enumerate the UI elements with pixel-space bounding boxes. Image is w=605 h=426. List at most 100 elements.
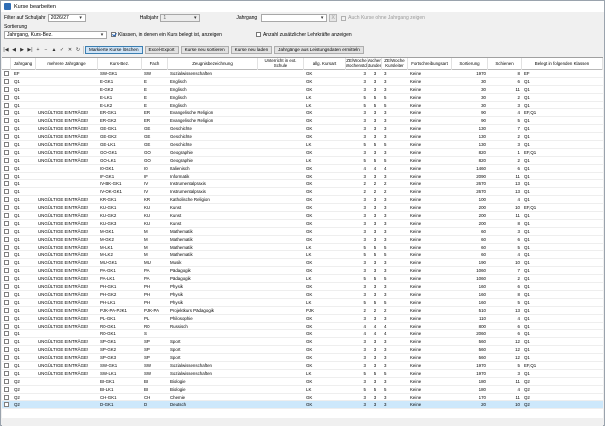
table-row[interactable]: Q1 UNGÜLTIGE EINTRÄGE! PH-GK2 PH Physik GK 3 3 3… (2, 291, 603, 299)
cell-belegt-klassen[interactable]: Q1 (523, 102, 602, 109)
first-record-icon[interactable]: |◀ (2, 46, 10, 54)
cell-schienen[interactable]: 5 (489, 299, 521, 306)
cell-mehrere-jahrgaenge[interactable]: UNGÜLTIGE EINTRÄGE! (37, 291, 98, 298)
cell-wochenstunden[interactable]: 3 (369, 354, 381, 361)
cell-ze-woche[interactable]: 3 (347, 212, 367, 219)
cell-kurs-bez[interactable]: PJK-PA-PJK1 (99, 307, 141, 314)
table-row[interactable]: Q1 UNGÜLTIGE EINTRÄGE! SP-GK1 SP Sport GK 3 3 3 K… (2, 338, 603, 347)
cell-jahrgang[interactable]: Q1 (13, 173, 35, 180)
cell-schienen[interactable]: 4 (489, 109, 521, 116)
cell-kurs-bez[interactable]: D-GK1 (99, 401, 141, 408)
header-zeugnisbezeichnung[interactable]: Zeugnisbezeichnung (168, 58, 258, 70)
cell-sortierung[interactable]: 2060 (453, 330, 487, 337)
cell-ext-schule[interactable] (259, 378, 303, 385)
cell-kursart[interactable]: LK (305, 251, 345, 258)
row-checkbox[interactable] (4, 299, 9, 305)
row-checkbox[interactable] (4, 362, 9, 368)
cell-ze-woche[interactable]: 3 (347, 362, 367, 369)
cell-mehrere-jahrgaenge[interactable] (37, 70, 98, 77)
cell-fach[interactable]: SP (143, 338, 167, 345)
cell-kurs-bez[interactable]: PH-GK2 (99, 291, 141, 298)
cell-sortierung[interactable]: 130 (453, 141, 487, 148)
table-row[interactable]: Q1 UNGÜLTIGE EINTRÄGE! PA-LK1 PA Pädagogik LK… (2, 275, 603, 284)
derive-jahrgaenge-button[interactable]: Jahrgänge aus Leistungsdaten ermitteln (274, 46, 364, 54)
cell-schienen[interactable]: 13 (489, 307, 521, 314)
cell-fach[interactable]: E (143, 78, 167, 85)
cell-schienen[interactable]: 2 (489, 133, 521, 140)
cell-ze-woche[interactable]: 2 (347, 188, 367, 195)
cell-mehrere-jahrgaenge[interactable] (37, 330, 98, 337)
cell-fach[interactable]: E (143, 94, 167, 101)
cell-ext-schule[interactable] (259, 133, 303, 140)
cell-fach[interactable]: KU (143, 204, 167, 211)
row-checkbox[interactable] (4, 394, 9, 400)
cell-zeugnisbezeichnung[interactable] (169, 330, 257, 337)
cell-kurs-bez[interactable]: BI-GK1 (99, 378, 141, 385)
cell-kurs-bez[interactable]: IV-OK-GK1 (99, 188, 141, 195)
cell-kursart[interactable]: GK (305, 149, 345, 156)
refresh-icon[interactable]: ↻ (74, 46, 82, 54)
row-checkbox[interactable] (4, 228, 9, 234)
cell-sortierung[interactable]: 1060 (453, 275, 487, 282)
cell-schienen[interactable]: 6 (489, 165, 521, 172)
cell-jahrgang[interactable]: Q1 (13, 307, 35, 314)
cell-fortschreibungsart[interactable]: Keine (409, 330, 451, 337)
cell-mehrere-jahrgaenge[interactable]: UNGÜLTIGE EINTRÄGE! (37, 212, 98, 219)
cell-fortschreibungsart[interactable]: Keine (409, 378, 451, 385)
cell-zeugnisbezeichnung[interactable]: Englisch (169, 94, 257, 101)
cell-ext-schule[interactable] (259, 307, 303, 314)
cell-ze-woche[interactable]: 5 (347, 244, 367, 251)
cell-jahrgang[interactable]: Q1 (13, 78, 35, 85)
cell-ze-woche[interactable]: 5 (347, 251, 367, 258)
cell-fortschreibungsart[interactable]: Keine (409, 394, 451, 401)
cell-zeugnisbezeichnung[interactable]: Sport (169, 354, 257, 361)
cell-ext-schule[interactable] (259, 291, 303, 298)
cell-wochenstunden[interactable]: 5 (369, 157, 381, 164)
lehrkraefte-checkbox[interactable] (255, 32, 261, 37)
cell-sortierung[interactable]: 130 (453, 125, 487, 132)
cell-jahrgang[interactable]: Q2 (13, 386, 35, 393)
cell-mehrere-jahrgaenge[interactable]: UNGÜLTIGE EINTRÄGE! (37, 236, 98, 243)
cell-fortschreibungsart[interactable]: Keine (409, 307, 451, 314)
cell-wochenstunden[interactable]: 3 (369, 220, 381, 227)
cell-zeugnisbezeichnung[interactable]: Englisch (169, 78, 257, 85)
cell-belegt-klassen[interactable]: Q1 (523, 370, 602, 377)
cell-mehrere-jahrgaenge[interactable]: UNGÜLTIGE EINTRÄGE! (37, 362, 98, 369)
cell-zeugnisbezeichnung[interactable]: Biologie (169, 386, 257, 393)
cell-fortschreibungsart[interactable]: Keine (409, 188, 451, 195)
cell-mehrere-jahrgaenge[interactable] (37, 188, 98, 195)
cell-wochenstunden[interactable]: 5 (369, 275, 381, 282)
cell-ze-woche[interactable]: 3 (347, 315, 367, 322)
cell-fach[interactable]: ER (143, 117, 167, 124)
cell-sortierung[interactable]: 200 (453, 220, 487, 227)
cell-ze-woche[interactable]: 3 (347, 117, 367, 124)
cell-ze-kursleiter[interactable]: 3 (383, 394, 407, 401)
cell-schienen[interactable]: 13 (489, 180, 521, 187)
cell-zeugnisbezeichnung[interactable]: Sport (169, 346, 257, 353)
row-checkbox[interactable] (4, 197, 9, 203)
cell-schienen[interactable]: 5 (489, 362, 521, 369)
cell-fortschreibungsart[interactable]: Keine (409, 94, 451, 101)
cell-ze-woche[interactable]: 5 (347, 94, 367, 101)
cell-schienen[interactable]: 8 (489, 70, 521, 77)
cell-ext-schule[interactable] (259, 236, 303, 243)
cell-fortschreibungsart[interactable]: Keine (409, 70, 451, 77)
cell-ze-kursleiter[interactable]: 3 (383, 267, 407, 274)
cell-sortierung[interactable]: 30 (453, 86, 487, 93)
cell-kursart[interactable]: GK (305, 267, 345, 274)
cell-kurs-bez[interactable]: E-LK1 (99, 94, 141, 101)
cell-belegt-klassen[interactable]: Q1 (523, 251, 602, 258)
cell-fortschreibungsart[interactable]: Keine (409, 315, 451, 322)
cell-sortierung[interactable]: 2670 (453, 188, 487, 195)
cell-fach[interactable]: SW (143, 370, 167, 377)
cell-fach[interactable]: PA (143, 267, 167, 274)
cell-zeugnisbezeichnung[interactable]: Geographie (169, 157, 257, 164)
cell-kursart[interactable]: GK (305, 109, 345, 116)
cell-belegt-klassen[interactable]: Q1 (523, 228, 602, 235)
row-checkbox[interactable] (4, 370, 9, 376)
cell-jahrgang[interactable]: Q1 (13, 228, 35, 235)
excel-export-button[interactable]: Excel-Export (144, 46, 179, 54)
cell-mehrere-jahrgaenge[interactable]: UNGÜLTIGE EINTRÄGE! (37, 299, 98, 306)
cell-jahrgang[interactable]: Q1 (13, 125, 35, 132)
cell-mehrere-jahrgaenge[interactable]: UNGÜLTIGE EINTRÄGE! (37, 283, 98, 290)
